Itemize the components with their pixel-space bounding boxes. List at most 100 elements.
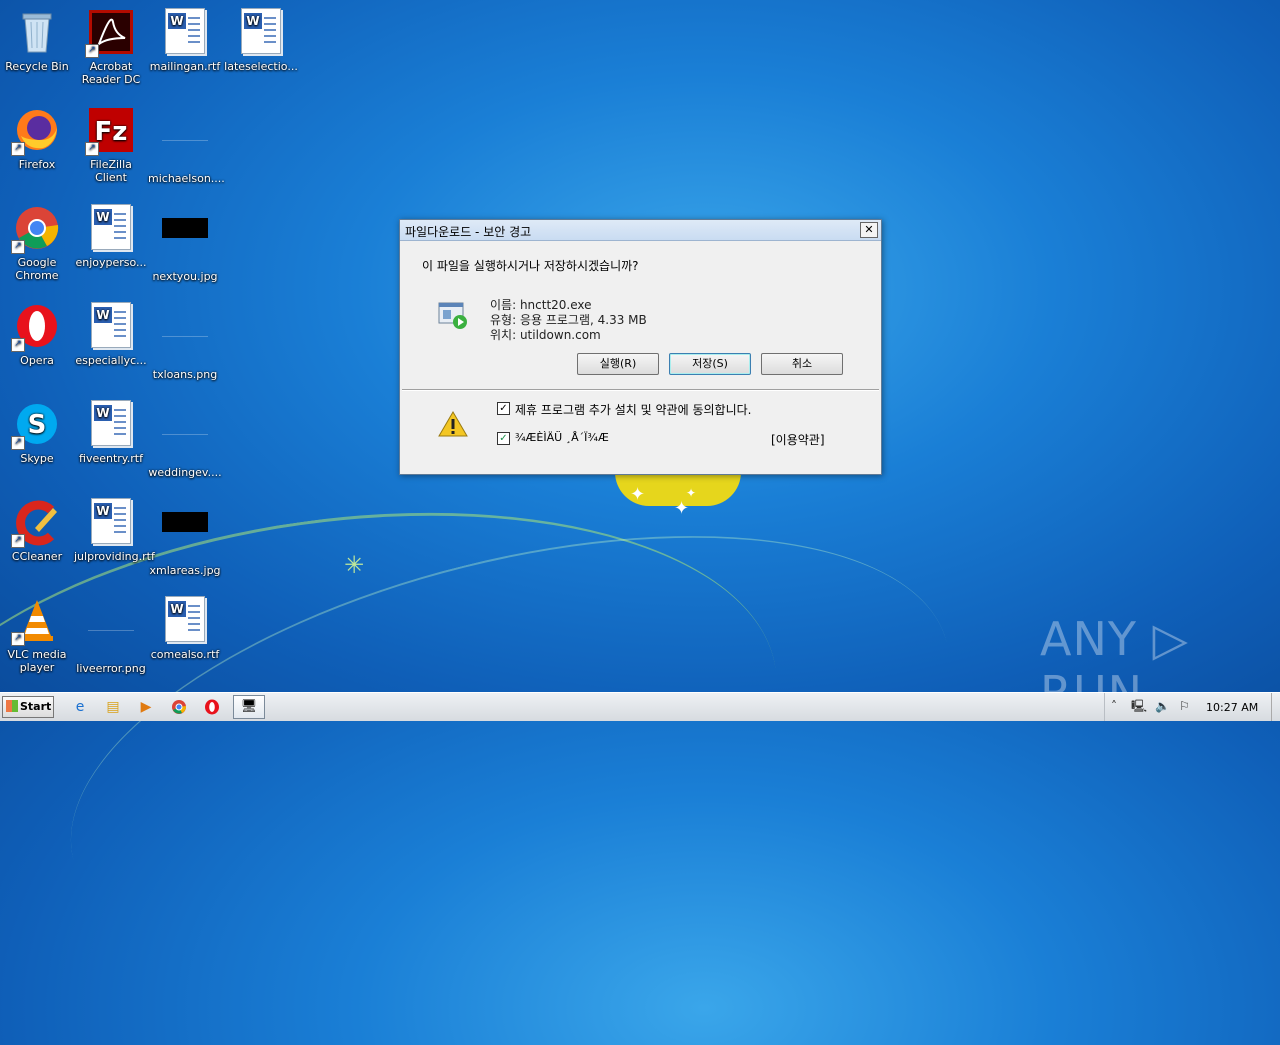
save-button[interactable]: 저장(S) bbox=[669, 353, 751, 375]
word-doc-icon: W bbox=[87, 302, 135, 350]
svg-text:S: S bbox=[28, 410, 47, 440]
desktop-icon-label: Opera bbox=[20, 354, 54, 367]
file-download-security-dialog: 파일다운로드 - 보안 경고 ✕ 이 파일을 실행하시거나 저장하시겠습니까? … bbox=[399, 219, 882, 475]
desktop-icon-label: julproviding.rtf bbox=[74, 550, 155, 563]
desktop-icon-comealso[interactable]: W comealso.rtf bbox=[148, 596, 222, 661]
shortcut-arrow-icon: ↗ bbox=[11, 436, 25, 450]
media-player-icon[interactable]: ▶ bbox=[136, 697, 156, 717]
shortcut-arrow-icon: ↗ bbox=[11, 240, 25, 254]
opera-taskbar-icon[interactable] bbox=[202, 697, 222, 717]
close-button[interactable]: ✕ bbox=[860, 222, 878, 238]
desktop-icon-julproviding[interactable]: W julproviding.rtf bbox=[74, 498, 155, 563]
extra-program-label: ¾ÆÈÌÄÜ ¸Å´Ï¾Æ bbox=[515, 431, 609, 444]
desktop-icon-skype[interactable]: S ↗ Skype bbox=[0, 400, 74, 465]
network-icon[interactable]: 🖳 bbox=[1131, 699, 1147, 713]
acrobat-icon: ↗ bbox=[85, 8, 135, 58]
wallpaper-sparkle: ✦ bbox=[686, 486, 697, 500]
shortcut-arrow-icon: ↗ bbox=[11, 338, 25, 352]
desktop-icon-nextyou[interactable]: nextyou.jpg bbox=[148, 204, 222, 283]
executable-file-icon bbox=[438, 300, 468, 330]
desktop-icon-label: mailingan.rtf bbox=[149, 60, 221, 73]
desktop-icon-liveerror[interactable]: liveerror.png bbox=[74, 596, 148, 675]
skype-icon: S ↗ bbox=[11, 400, 61, 450]
dialog-titlebar[interactable]: 파일다운로드 - 보안 경고 ✕ bbox=[400, 220, 881, 241]
start-button[interactable]: Start bbox=[2, 696, 54, 718]
desktop-icon-lateselectio[interactable]: W lateselectio... bbox=[224, 8, 298, 73]
warning-icon bbox=[438, 410, 468, 441]
blank-file-icon bbox=[87, 610, 135, 658]
chrome-icon: ↗ bbox=[11, 204, 61, 254]
wallpaper-sparkle: ✦ bbox=[674, 498, 690, 519]
word-doc-icon: W bbox=[161, 8, 209, 56]
desktop-icon-firefox[interactable]: ↗ Firefox bbox=[0, 106, 74, 171]
desktop-icon-label: lateselectio... bbox=[224, 60, 298, 73]
wallpaper-sparkle: ✦ bbox=[630, 484, 646, 505]
blank-file-icon bbox=[161, 316, 209, 364]
opera-icon: ↗ bbox=[11, 302, 61, 352]
desktop-icon-recycle-bin[interactable]: Recycle Bin bbox=[0, 8, 74, 73]
svg-text:Fz: Fz bbox=[95, 117, 128, 147]
desktop-icon-label: Acrobat Reader DC bbox=[81, 60, 141, 86]
vlc-icon: ↗ bbox=[11, 596, 61, 646]
chrome-taskbar-icon[interactable] bbox=[169, 697, 189, 717]
desktop-icon-label: Google Chrome bbox=[15, 256, 59, 282]
filezilla-icon: Fz ↗ bbox=[85, 106, 135, 156]
blank-file-icon bbox=[161, 414, 209, 462]
desktop-icon-label: liveerror.png bbox=[76, 662, 146, 675]
show-desktop-button[interactable] bbox=[1271, 693, 1280, 721]
agree-terms-label: 제휴 프로그램 추가 설치 및 약관에 동의합니다. bbox=[515, 403, 752, 417]
desktop-icon-label: VLC media player bbox=[7, 648, 67, 674]
wallpaper-sparkle: ✳ bbox=[344, 551, 365, 579]
desktop-icon-label: nextyou.jpg bbox=[152, 270, 218, 283]
desktop-icon-label: CCleaner bbox=[11, 550, 63, 563]
action-center-flag-icon[interactable]: ⚐ bbox=[1179, 699, 1190, 713]
desktop-icon-opera[interactable]: ↗ Opera bbox=[0, 302, 74, 367]
extra-program-checkbox[interactable]: ✓ bbox=[497, 432, 510, 445]
desktop-icon-label: xmlareas.jpg bbox=[149, 564, 221, 577]
desktop-icon-filezilla[interactable]: Fz ↗ FileZilla Client bbox=[74, 106, 148, 184]
volume-icon[interactable]: 🔈 bbox=[1155, 699, 1170, 713]
file-name: 이름: hnctt20.exe bbox=[490, 298, 592, 312]
desktop-icon-vlc[interactable]: ↗ VLC media player bbox=[0, 596, 74, 674]
word-doc-icon: W bbox=[87, 498, 135, 546]
agree-terms-checkbox[interactable]: ✓ bbox=[497, 402, 510, 415]
desktop-icon-label: enjoyperso... bbox=[75, 256, 147, 269]
desktop-icon-fiveentry[interactable]: W fiveentry.rtf bbox=[74, 400, 148, 465]
file-explorer-icon[interactable]: ▤ bbox=[103, 697, 123, 717]
file-info: 이름: hnctt20.exe 유형: 응용 프로그램, 4.33 MB 위치:… bbox=[490, 298, 647, 343]
blank-file-icon bbox=[161, 120, 209, 168]
word-doc-icon: W bbox=[161, 596, 209, 644]
clock[interactable]: 10:27 AM bbox=[1206, 701, 1258, 714]
desktop-icon-label: especiallyc... bbox=[75, 354, 147, 367]
dialog-question: 이 파일을 실행하시거나 저장하시겠습니까? bbox=[422, 259, 639, 273]
dialog-title: 파일다운로드 - 보안 경고 bbox=[405, 225, 532, 239]
run-button[interactable]: 실행(R) bbox=[577, 353, 659, 375]
dialog-separator bbox=[402, 389, 879, 391]
desktop-icon-ccleaner[interactable]: ↗ CCleaner bbox=[0, 498, 74, 563]
terms-link[interactable]: [이용약관] bbox=[771, 431, 825, 448]
internet-explorer-icon[interactable]: e bbox=[70, 697, 90, 717]
shortcut-arrow-icon: ↗ bbox=[11, 632, 25, 646]
desktop-icon-especiallyc[interactable]: W especiallyc... bbox=[74, 302, 148, 367]
desktop-icon-chrome[interactable]: ↗ Google Chrome bbox=[0, 204, 74, 282]
desktop-icon-label: comealso.rtf bbox=[150, 648, 220, 661]
shortcut-arrow-icon: ↗ bbox=[11, 142, 25, 156]
cancel-button[interactable]: 취소 bbox=[761, 353, 843, 375]
desktop-icon-michaelson[interactable]: michaelson.... bbox=[148, 106, 225, 185]
word-doc-icon: W bbox=[237, 8, 285, 56]
desktop-icon-acrobat[interactable]: ↗ Acrobat Reader DC bbox=[74, 8, 148, 86]
desktop-icon-enjoyperso[interactable]: W enjoyperso... bbox=[74, 204, 148, 269]
desktop-icon-weddingev[interactable]: weddingev.... bbox=[148, 400, 222, 479]
start-label: Start bbox=[20, 700, 52, 713]
desktop-icon-mailingan[interactable]: W mailingan.rtf bbox=[148, 8, 222, 73]
word-doc-icon: W bbox=[87, 204, 135, 252]
show-hidden-icons-icon[interactable]: ˄ bbox=[1111, 699, 1117, 713]
recycle-bin-icon bbox=[13, 8, 61, 56]
desktop-icon-label: Skype bbox=[20, 452, 54, 465]
ccleaner-icon: ↗ bbox=[11, 498, 61, 548]
download-dialog-taskbar-button[interactable]: 🖥 bbox=[233, 695, 265, 719]
desktop-icon-txloans[interactable]: txloans.png bbox=[148, 302, 222, 381]
shortcut-arrow-icon: ↗ bbox=[85, 142, 99, 156]
desktop-icon-xmlareas[interactable]: xmlareas.jpg bbox=[148, 498, 222, 577]
desktop-icon-label: michaelson.... bbox=[148, 172, 225, 185]
